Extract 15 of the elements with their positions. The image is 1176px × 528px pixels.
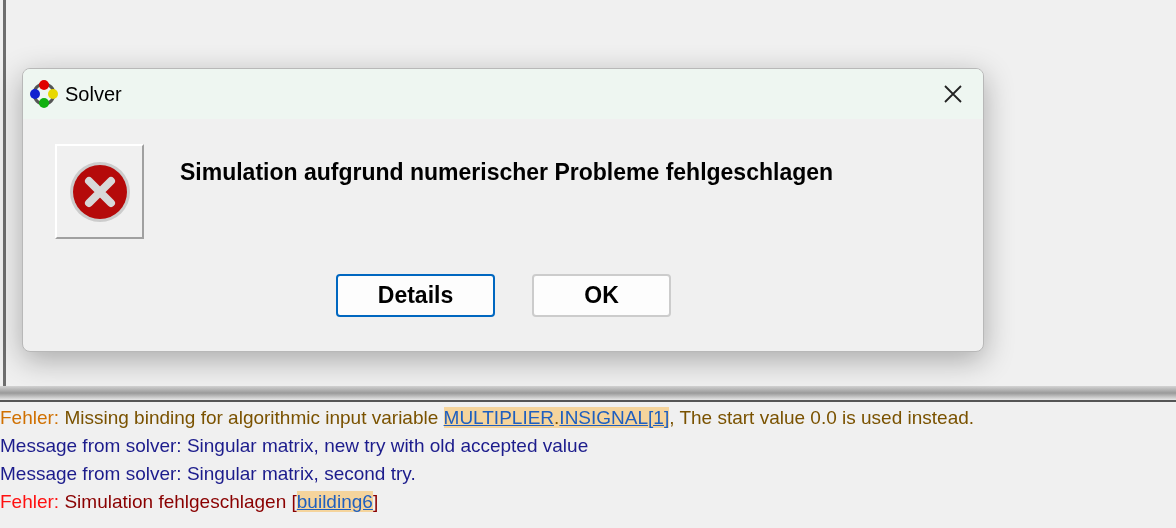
dialog-button[interactable]: OK: [532, 274, 671, 317]
error-icon: [67, 159, 132, 224]
splitter-bar[interactable]: [0, 386, 1176, 402]
log-line: Message from solver: Singular matrix, second try.: [0, 462, 417, 486]
dialog-button[interactable]: Details: [336, 274, 495, 317]
error-message: Simulation aufgrund numerischer Probleme fehlgeschlagen: [180, 158, 834, 187]
log-link[interactable]: MULTIPLIER: [443, 407, 555, 428]
app-icon: [29, 79, 59, 109]
log-link[interactable]: building6: [296, 491, 373, 512]
log-link[interactable]: INSIGNAL[1]: [559, 407, 670, 428]
window-title: Solver: [65, 82, 122, 107]
log-line: Fehler: Simulation fehlgeschlagen [building6]: [0, 490, 380, 514]
log-line: Message from solver: Singular matrix, new try with old accepted value: [0, 434, 590, 458]
close-icon[interactable]: [943, 84, 963, 104]
log-line: Fehler: Missing binding for algorithmic input variable MULTIPLIER.INSIGNAL[1], The start value 0.0 is used instead.: [0, 406, 975, 430]
